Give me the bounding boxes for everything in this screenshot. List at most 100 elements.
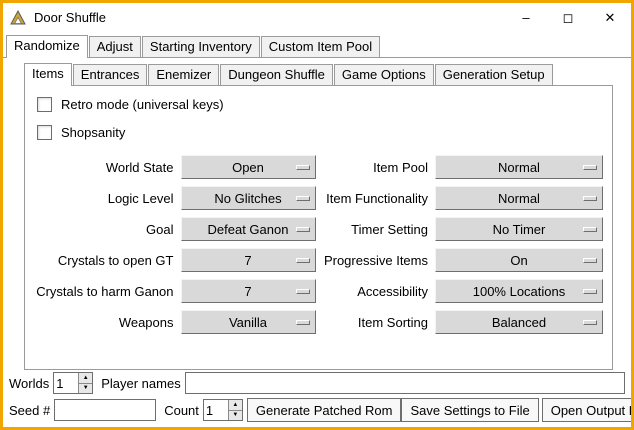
- setting-row: Item Pool Normal: [316, 155, 607, 179]
- footer: Worlds ▲ ▼ Player names Seed # Count ▲ ▼: [3, 368, 631, 427]
- count-spin-buttons: ▲ ▼: [228, 400, 242, 420]
- setting-row: Logic Level No Glitches: [25, 186, 316, 210]
- weapons-label: Weapons: [25, 315, 181, 330]
- setting-row: Weapons Vanilla: [25, 310, 316, 334]
- tab-game-options[interactable]: Game Options: [334, 64, 434, 85]
- save-settings-button[interactable]: Save Settings to File: [401, 398, 538, 422]
- settings-column-left: World State Open Logic Level No Glitches…: [25, 155, 316, 341]
- spinner-up-icon[interactable]: ▲: [229, 400, 242, 410]
- tab-generation-setup[interactable]: Generation Setup: [435, 64, 553, 85]
- dropdown-indicator-icon: [583, 320, 597, 325]
- spinner-up-icon[interactable]: ▲: [79, 373, 92, 383]
- setting-row: Goal Defeat Ganon: [25, 217, 316, 241]
- timer-setting-label: Timer Setting: [316, 222, 436, 237]
- tab-starting-inventory[interactable]: Starting Inventory: [142, 36, 260, 57]
- retro-mode-option[interactable]: Retro mode (universal keys): [37, 97, 612, 112]
- dropdown-indicator-icon: [583, 258, 597, 263]
- minimize-icon[interactable]: –: [505, 3, 547, 32]
- spinner-down-icon[interactable]: ▼: [229, 410, 242, 421]
- seed-label: Seed #: [9, 403, 50, 418]
- tab-items[interactable]: Items: [24, 63, 72, 86]
- tab-adjust[interactable]: Adjust: [89, 36, 141, 57]
- item-sorting-value: Balanced: [492, 315, 546, 330]
- setting-row: World State Open: [25, 155, 316, 179]
- generate-patched-rom-button[interactable]: Generate Patched Rom: [247, 398, 402, 422]
- settings-grid: World State Open Logic Level No Glitches…: [25, 155, 612, 341]
- accessibility-value: 100% Locations: [473, 284, 566, 299]
- tab-enemizer[interactable]: Enemizer: [148, 64, 219, 85]
- player-names-label: Player names: [101, 376, 180, 391]
- dropdown-indicator-icon: [583, 289, 597, 294]
- dropdown-indicator-icon: [296, 289, 310, 294]
- item-pool-value: Normal: [498, 160, 540, 175]
- world-state-dropdown[interactable]: Open: [181, 155, 316, 179]
- dropdown-indicator-icon: [296, 165, 310, 170]
- tab-custom-item-pool[interactable]: Custom Item Pool: [261, 36, 380, 57]
- items-panel: Retro mode (universal keys) Shopsanity W…: [24, 85, 613, 370]
- dropdown-indicator-icon: [296, 227, 310, 232]
- window-controls: – ◻ ✕: [505, 3, 631, 32]
- player-names-input[interactable]: [185, 372, 625, 394]
- setting-row: Accessibility 100% Locations: [316, 279, 607, 303]
- setting-row: Progressive Items On: [316, 248, 607, 272]
- accessibility-dropdown[interactable]: 100% Locations: [435, 279, 603, 303]
- world-state-label: World State: [25, 160, 181, 175]
- tab-entrances[interactable]: Entrances: [73, 64, 148, 85]
- logic-level-dropdown[interactable]: No Glitches: [181, 186, 316, 210]
- weapons-dropdown[interactable]: Vanilla: [181, 310, 316, 334]
- shopsanity-checkbox[interactable]: [37, 125, 52, 140]
- crystals-open-gt-label: Crystals to open GT: [25, 253, 181, 268]
- app-icon: [10, 10, 26, 26]
- goal-dropdown[interactable]: Defeat Ganon: [181, 217, 316, 241]
- close-icon[interactable]: ✕: [589, 3, 631, 32]
- crystals-open-gt-dropdown[interactable]: 7: [181, 248, 316, 272]
- item-functionality-dropdown[interactable]: Normal: [435, 186, 603, 210]
- timer-setting-value: No Timer: [493, 222, 546, 237]
- dropdown-indicator-icon: [583, 196, 597, 201]
- dropdown-indicator-icon: [583, 227, 597, 232]
- setting-row: Crystals to harm Ganon 7: [25, 279, 316, 303]
- goal-value: Defeat Ganon: [208, 222, 289, 237]
- open-output-directory-button[interactable]: Open Output Directory: [542, 398, 634, 422]
- world-state-value: Open: [232, 160, 264, 175]
- tab-randomize[interactable]: Randomize: [6, 35, 88, 58]
- seed-input[interactable]: [54, 399, 156, 421]
- outer-tab-bar: Randomize Adjust Starting Inventory Cust…: [3, 32, 631, 58]
- item-pool-label: Item Pool: [316, 160, 436, 175]
- timer-setting-dropdown[interactable]: No Timer: [435, 217, 603, 241]
- worlds-stepper[interactable]: ▲ ▼: [53, 372, 93, 394]
- goal-label: Goal: [25, 222, 181, 237]
- settings-column-right: Item Pool Normal Item Functionality Norm…: [316, 155, 607, 341]
- progressive-items-dropdown[interactable]: On: [435, 248, 603, 272]
- maximize-icon[interactable]: ◻: [547, 3, 589, 32]
- app-window: Door Shuffle – ◻ ✕ Randomize Adjust Star…: [0, 0, 634, 430]
- tab-dungeon-shuffle[interactable]: Dungeon Shuffle: [220, 64, 333, 85]
- crystals-harm-ganon-value: 7: [244, 284, 251, 299]
- count-input[interactable]: [204, 400, 228, 420]
- item-sorting-dropdown[interactable]: Balanced: [435, 310, 603, 334]
- count-stepper[interactable]: ▲ ▼: [203, 399, 243, 421]
- worlds-label: Worlds: [9, 376, 49, 391]
- crystals-harm-ganon-dropdown[interactable]: 7: [181, 279, 316, 303]
- progressive-items-label: Progressive Items: [316, 253, 436, 268]
- item-pool-dropdown[interactable]: Normal: [435, 155, 603, 179]
- setting-row: Timer Setting No Timer: [316, 217, 607, 241]
- window-title: Door Shuffle: [34, 10, 106, 25]
- retro-mode-checkbox[interactable]: [37, 97, 52, 112]
- item-sorting-label: Item Sorting: [316, 315, 436, 330]
- shopsanity-option[interactable]: Shopsanity: [37, 125, 612, 140]
- dropdown-indicator-icon: [296, 320, 310, 325]
- setting-row: Item Functionality Normal: [316, 186, 607, 210]
- spinner-down-icon[interactable]: ▼: [79, 383, 92, 394]
- dropdown-indicator-icon: [583, 165, 597, 170]
- shopsanity-label: Shopsanity: [61, 125, 125, 140]
- setting-row: Item Sorting Balanced: [316, 310, 607, 334]
- footer-row-2: Seed # Count ▲ ▼ Generate Patched Rom Sa…: [9, 398, 625, 422]
- logic-level-value: No Glitches: [214, 191, 281, 206]
- logic-level-label: Logic Level: [25, 191, 181, 206]
- footer-row-1: Worlds ▲ ▼ Player names: [9, 371, 625, 395]
- dropdown-indicator-icon: [296, 196, 310, 201]
- worlds-input[interactable]: [54, 373, 78, 393]
- weapons-value: Vanilla: [229, 315, 267, 330]
- dropdown-indicator-icon: [296, 258, 310, 263]
